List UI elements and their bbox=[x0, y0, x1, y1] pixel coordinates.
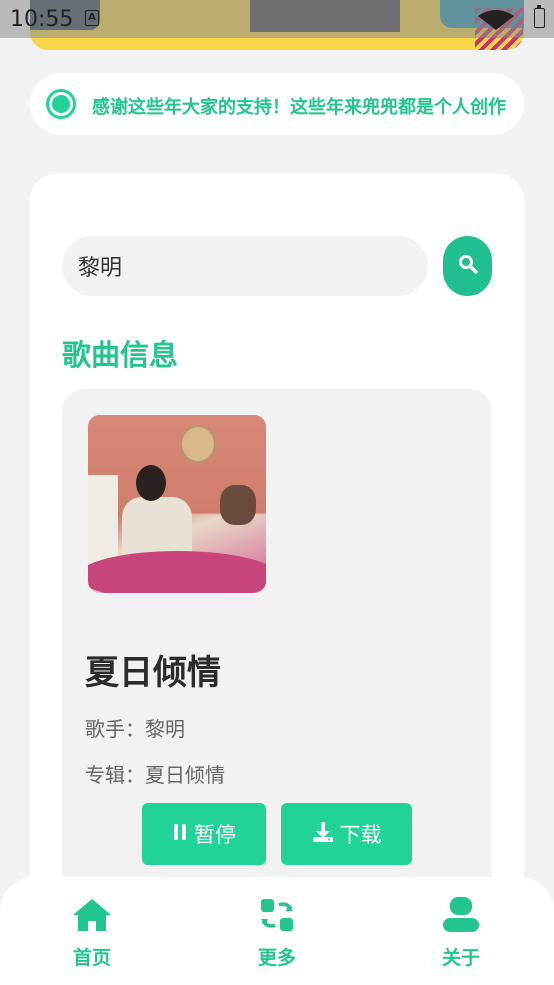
song-title: 夏日倾情 bbox=[85, 653, 221, 693]
search-icon bbox=[458, 254, 478, 278]
status-bar: 10:55 A bbox=[0, 0, 554, 38]
song-artist: 歌手：黎明 bbox=[85, 717, 185, 741]
search-input[interactable]: 黎明 bbox=[62, 236, 428, 296]
song-album: 专辑：夏日倾情 bbox=[85, 763, 225, 787]
record-icon bbox=[46, 89, 76, 119]
nav-label-about: 关于 bbox=[441, 947, 480, 969]
battery-icon bbox=[534, 5, 545, 28]
status-notification-icon: A bbox=[85, 10, 99, 26]
notice-bar[interactable]: 感谢这些年大家的支持！这些年来兜兜都是个人创作 bbox=[30, 73, 524, 135]
pause-label: 暂停 bbox=[194, 823, 236, 847]
search-input-value: 黎明 bbox=[78, 256, 123, 281]
bottom-nav: 首页 更多 关于 bbox=[0, 877, 554, 985]
main-card: 黎明 歌曲信息 夏日倾情 歌手：黎明 专辑：夏日倾情 暂停 下载 bbox=[30, 174, 524, 985]
nav-item-home[interactable]: 首页 bbox=[47, 895, 137, 975]
download-icon bbox=[312, 821, 334, 848]
download-label: 下载 bbox=[339, 823, 382, 847]
nav-item-more[interactable]: 更多 bbox=[232, 895, 322, 975]
search-button[interactable] bbox=[443, 236, 492, 296]
user-icon bbox=[441, 895, 481, 935]
download-button[interactable]: 下载 bbox=[281, 803, 412, 865]
section-title: 歌曲信息 bbox=[62, 338, 179, 372]
notice-text: 感谢这些年大家的支持！这些年来兜兜都是个人创作 bbox=[92, 97, 506, 118]
home-icon bbox=[72, 895, 112, 935]
nav-label-more: 更多 bbox=[257, 947, 296, 969]
wifi-icon bbox=[476, 10, 516, 34]
nav-item-about[interactable]: 关于 bbox=[416, 895, 506, 975]
pause-button[interactable]: 暂停 bbox=[142, 803, 266, 865]
nav-label-home: 首页 bbox=[72, 947, 111, 969]
album-cover bbox=[88, 415, 266, 593]
status-time: 10:55 bbox=[10, 7, 74, 32]
refresh-grid-icon bbox=[257, 895, 297, 935]
pause-icon bbox=[172, 822, 188, 847]
